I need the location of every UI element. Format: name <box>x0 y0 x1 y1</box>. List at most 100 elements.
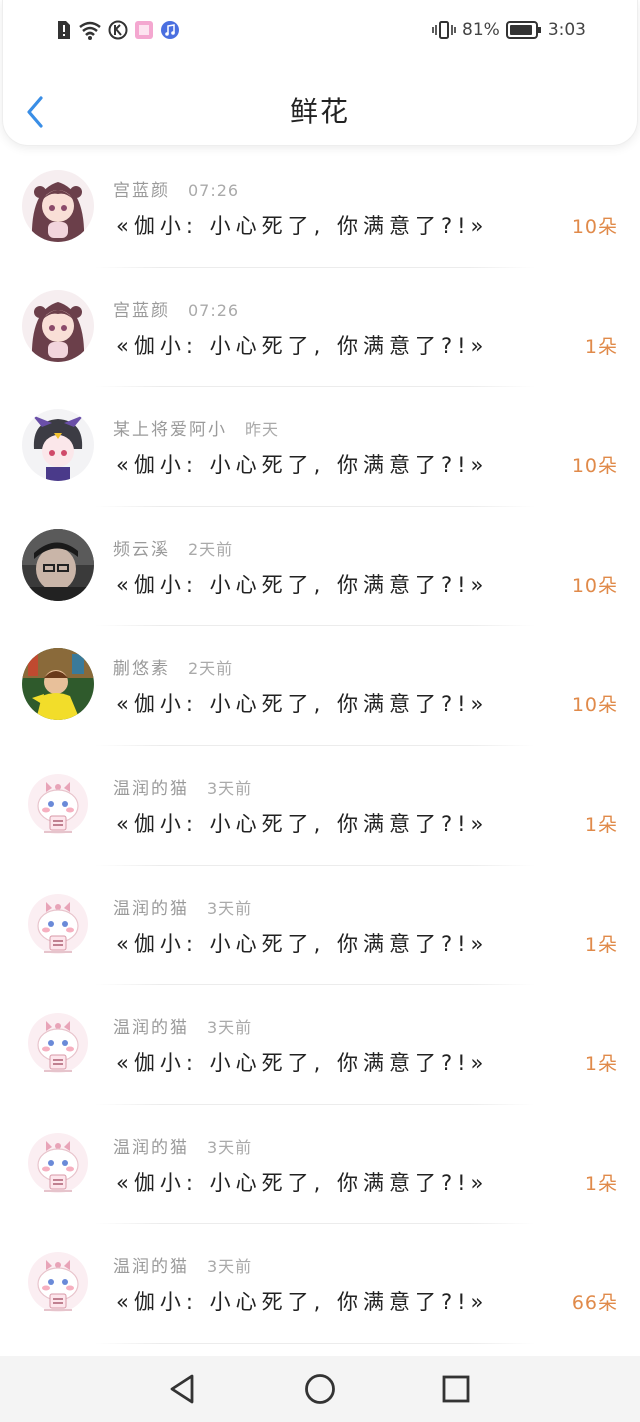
message-text: «伽小: 小心死了, 你满意了?!» <box>116 1170 489 1195</box>
flower-count: 10朵 <box>571 216 618 238</box>
list-item[interactable]: 温润的猫 3天前 «伽小: 小心死了, 你满意了?!» 66朵 <box>0 1224 640 1344</box>
status-right-icons: 81% 3:03 <box>432 20 586 40</box>
cute-cat-avatar-icon <box>22 767 94 840</box>
avatar[interactable] <box>22 767 94 840</box>
list-item[interactable]: 频云溪 2天前 «伽小: 小心死了, 你满意了?!» 10朵 <box>0 507 640 627</box>
pink-app-icon <box>134 20 154 40</box>
cute-cat-avatar-icon <box>22 1007 94 1080</box>
list-item[interactable]: 宫蓝颜 07:26 «伽小: 小心死了, 你满意了?!» 10朵 <box>0 148 640 268</box>
timestamp: 3天前 <box>207 898 253 918</box>
wifi-icon <box>78 20 102 40</box>
avatar[interactable] <box>22 170 94 242</box>
username-text: 蒯悠素 <box>113 659 170 680</box>
avatar[interactable] <box>22 409 94 482</box>
list-item[interactable]: 某上将爱阿小 昨天 «伽小: 小心死了, 你满意了?!» 10朵 <box>0 387 640 507</box>
timestamp: 昨天 <box>245 420 280 440</box>
alert-icon <box>56 20 72 40</box>
k-app-icon <box>108 20 128 40</box>
message-text: «伽小: 小心死了, 你满意了?!» <box>116 1051 489 1076</box>
clock: 3:03 <box>547 20 586 40</box>
status-bar: 81% 3:03 <box>0 0 640 64</box>
username-text: 宫蓝颜 <box>113 181 170 201</box>
timestamp: 2天前 <box>188 539 234 559</box>
recent-square-icon <box>442 1375 470 1403</box>
avatar[interactable] <box>22 648 94 721</box>
flower-count: 1朵 <box>584 1053 618 1076</box>
username-text: 宫蓝颜 <box>113 300 170 321</box>
list-item[interactable]: 温润的猫 3天前 «伽小: 小心死了, 你满意了?!» 1朵 <box>0 1105 640 1225</box>
timestamp: 3天前 <box>207 778 253 798</box>
photo-child-avatar-icon <box>22 648 94 721</box>
vibrate-icon <box>432 20 456 40</box>
flower-count: 1朵 <box>584 813 618 836</box>
nav-recent-button[interactable] <box>439 1372 473 1406</box>
nav-back-button[interactable] <box>166 1372 200 1406</box>
flower-count: 66朵 <box>571 1292 618 1315</box>
message-text: «伽小: 小心死了, 你满意了?!» <box>116 811 489 836</box>
list-item[interactable]: 宫蓝颜 07:26 «伽小: 小心死了, 你满意了?!» 1朵 <box>0 268 640 388</box>
back-triangle-icon <box>170 1374 194 1404</box>
username-text: 温润的猫 <box>113 1018 189 1039</box>
timestamp: 2天前 <box>188 659 234 679</box>
flower-count: 1朵 <box>584 1172 618 1195</box>
avatar[interactable] <box>22 528 94 601</box>
timestamp: 3天前 <box>207 1137 253 1157</box>
username: 温润的猫 3天前 <box>113 1133 252 1158</box>
home-circle-icon <box>305 1374 335 1404</box>
chibi-character-avatar-icon <box>22 409 94 482</box>
username: 某上将爱阿小 昨天 <box>113 415 279 440</box>
flower-count: 1朵 <box>584 933 618 956</box>
timestamp: 3天前 <box>207 1018 253 1038</box>
avatar[interactable] <box>22 887 94 960</box>
timestamp: 3天前 <box>207 1257 253 1277</box>
cute-cat-avatar-icon <box>22 1246 94 1319</box>
username: 宫蓝颜 07:26 <box>113 176 239 201</box>
flower-count: 10朵 <box>571 694 618 717</box>
music-app-icon <box>160 20 180 40</box>
username: 温润的猫 3天前 <box>113 1013 252 1038</box>
message-text: «伽小: 小心死了, 你满意了?!» <box>116 1290 489 1315</box>
system-nav-bar <box>0 1356 640 1422</box>
message-text: «伽小: 小心死了, 你满意了?!» <box>116 931 489 956</box>
anime-girl-avatar-icon <box>22 170 94 242</box>
cute-cat-avatar-icon <box>22 1126 94 1199</box>
list-item[interactable]: 温润的猫 3天前 «伽小: 小心死了, 你满意了?!» 1朵 <box>0 746 640 866</box>
username: 温润的猫 3天前 <box>113 1252 252 1277</box>
username-text: 温润的猫 <box>113 1137 189 1158</box>
message-text: «伽小: 小心死了, 你满意了?!» <box>116 572 489 597</box>
page-title: 鲜花 <box>289 95 350 128</box>
username-text: 某上将爱阿小 <box>113 420 227 441</box>
username: 频云溪 2天前 <box>113 535 233 560</box>
timestamp: 07:26 <box>188 181 240 200</box>
message-text: «伽小: 小心死了, 你满意了?!» <box>116 333 489 358</box>
nav-home-button[interactable] <box>303 1372 337 1406</box>
cute-cat-avatar-icon <box>22 887 94 960</box>
message-text: «伽小: 小心死了, 你满意了?!» <box>116 692 489 717</box>
divider <box>95 1342 535 1344</box>
avatar[interactable] <box>22 1126 94 1199</box>
username: 宫蓝颜 07:26 <box>113 296 239 321</box>
list-item[interactable]: 温润的猫 3天前 «伽小: 小心死了, 你满意了?!» 1朵 <box>0 985 640 1105</box>
avatar[interactable] <box>22 1246 94 1319</box>
username-text: 频云溪 <box>113 539 170 560</box>
battery-icon <box>505 20 542 40</box>
timestamp: 07:26 <box>188 300 240 320</box>
username: 温润的猫 3天前 <box>113 774 252 799</box>
flower-count: 1朵 <box>584 335 618 358</box>
message-text: «伽小: 小心死了, 你满意了?!» <box>116 453 489 478</box>
list-item[interactable]: 蒯悠素 2天前 «伽小: 小心死了, 你满意了?!» 10朵 <box>0 626 640 746</box>
status-left-icons <box>56 20 180 40</box>
username: 温润的猫 3天前 <box>113 894 252 919</box>
message-text: «伽小: 小心死了, 你满意了?!» <box>116 214 489 238</box>
photo-person-avatar-icon <box>22 528 94 601</box>
username: 蒯悠素 2天前 <box>113 654 233 679</box>
list-item[interactable]: 温润的猫 3天前 «伽小: 小心死了, 你满意了?!» 1朵 <box>0 866 640 986</box>
anime-girl-avatar-icon <box>22 289 94 362</box>
avatar[interactable] <box>22 1007 94 1080</box>
flower-count: 10朵 <box>571 455 618 478</box>
username-text: 温润的猫 <box>113 1257 189 1278</box>
flower-count: 10朵 <box>571 574 618 597</box>
username-text: 温润的猫 <box>113 898 189 919</box>
avatar[interactable] <box>22 289 94 362</box>
header: 鲜花 <box>0 72 640 148</box>
